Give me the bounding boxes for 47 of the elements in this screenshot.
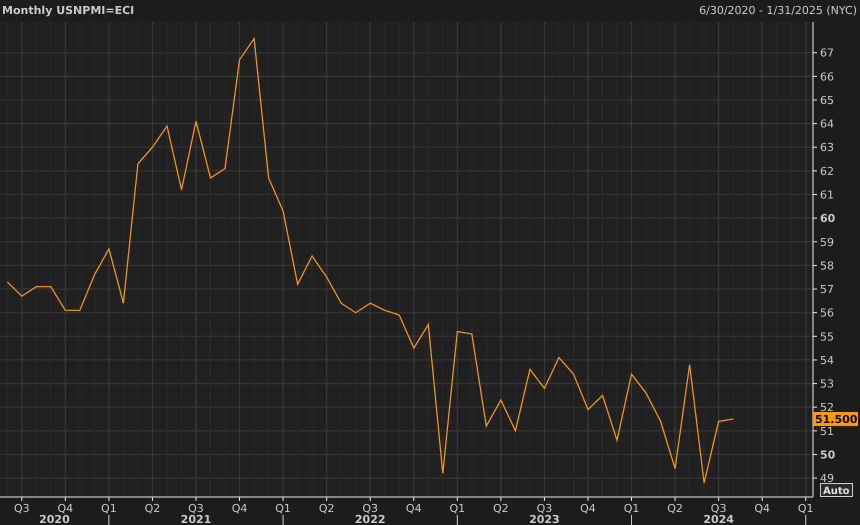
y-tick-label: 52 [820, 401, 834, 414]
x-tick-label: Q4 [232, 502, 248, 515]
y-tick-label: 63 [820, 141, 834, 154]
y-tick-label: 49 [820, 472, 834, 486]
y-tick-label: 62 [820, 164, 834, 178]
y-tick-label: 60 [820, 212, 836, 226]
y-tick-label: 59 [820, 236, 834, 249]
y-tick-label: 57 [820, 283, 834, 296]
x-tick-label: Q1 [449, 502, 466, 515]
year-label: 2022 [354, 513, 386, 525]
x-tick-label: Q4 [580, 502, 596, 515]
x-tick-label: Q1 [798, 502, 814, 515]
chart-title: Monthly USNPMI=ECI [2, 4, 134, 16]
y-tick-label: 64 [820, 118, 834, 131]
year-label: 2024 [703, 513, 734, 525]
y-tick-label: 58 [820, 259, 834, 272]
year-label: 2020 [39, 513, 70, 525]
x-tick-label: Q4 [406, 502, 422, 515]
last-value-label: 51.500 [813, 412, 858, 426]
x-tick-label: Q1 [624, 502, 640, 515]
auto-scale-button[interactable]: Auto [820, 483, 853, 497]
y-tick-label: 67 [820, 46, 834, 60]
year-label: 2023 [529, 513, 560, 525]
y-tick-label: 54 [820, 354, 834, 367]
x-tick-label: Q3 [188, 502, 204, 515]
date-range: 6/30/2020 - 1/31/2025 (NYC) [699, 4, 857, 16]
year-label: 2021 [180, 513, 212, 525]
y-tick-label: 51 [820, 424, 834, 438]
y-tick-label: 50 [820, 448, 836, 462]
x-tick-label: Q2 [144, 502, 160, 515]
x-tick-label: Q4 [58, 502, 74, 515]
x-tick-label: Q1 [275, 502, 291, 515]
y-tick-label: 55 [820, 330, 834, 344]
y-tick-label: 53 [820, 378, 834, 391]
x-tick-label: Q1 [101, 502, 117, 515]
y-tick-label: 61 [820, 188, 834, 202]
x-tick-label: Q2 [667, 502, 683, 515]
y-tick-label: 66 [820, 70, 834, 84]
x-tick-label: Q3 [710, 502, 726, 515]
x-tick-label: Q3 [536, 502, 552, 515]
x-tick-label: Q2 [318, 502, 334, 515]
x-tick-label: Q2 [493, 502, 509, 515]
x-tick-label: Q3 [362, 502, 378, 515]
y-tick-label: 65 [820, 94, 834, 107]
y-tick-label: 56 [820, 306, 834, 320]
x-tick-label: Q4 [754, 502, 770, 515]
x-tick-label: Q3 [14, 502, 30, 515]
